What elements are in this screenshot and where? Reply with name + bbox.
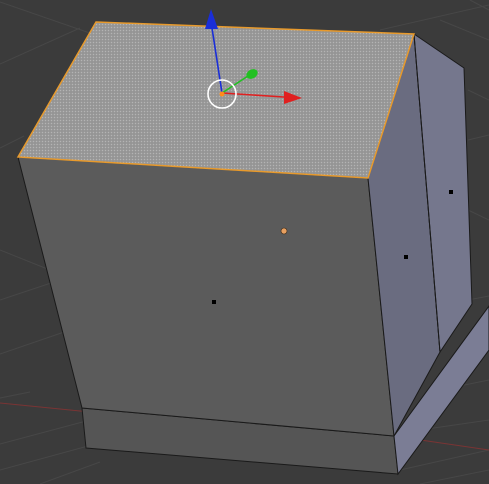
- face-dot-side-far: [449, 190, 453, 194]
- face-dot-front: [212, 300, 216, 304]
- arrow-up-icon[interactable]: [205, 9, 218, 29]
- face-dot-side-near: [404, 255, 408, 259]
- pivot-center: [219, 91, 225, 97]
- 3d-viewport[interactable]: [0, 0, 489, 484]
- face-dot-active: [280, 227, 288, 235]
- x-axis-line: [0, 402, 91, 413]
- front-face[interactable]: [17, 156, 395, 437]
- top-face-selected[interactable]: [16, 21, 416, 179]
- viewport-canvas[interactable]: [0, 0, 489, 484]
